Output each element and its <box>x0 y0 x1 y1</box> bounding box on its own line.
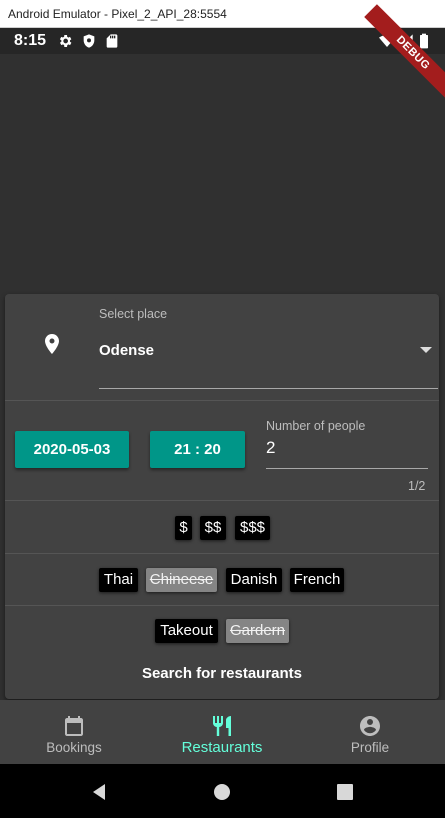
nav-label-bookings: Bookings <box>46 740 102 755</box>
place-underline <box>99 388 438 389</box>
recents-icon[interactable] <box>335 782 355 802</box>
calendar-icon <box>65 716 83 736</box>
dropdown-arrow-icon <box>420 347 432 353</box>
nav-item-restaurants[interactable]: Restaurants <box>148 700 296 764</box>
account-circle-icon <box>360 716 380 736</box>
bottom-navigation: Bookings Restaurants Profile <box>0 700 445 764</box>
search-form-card <box>5 294 439 699</box>
date-picker-button[interactable]: 2020-05-03 <box>15 431 129 468</box>
people-char-counter: 1/2 <box>408 479 426 493</box>
gear-icon <box>59 35 72 47</box>
back-icon[interactable] <box>89 782 109 802</box>
shield-icon <box>83 34 95 48</box>
price-chip-mid[interactable]: $$ <box>200 516 226 540</box>
people-label: Number of people <box>266 419 366 433</box>
place-label: Select place <box>99 307 168 321</box>
nav-item-profile[interactable]: Profile <box>296 700 444 764</box>
cuisine-chip-french[interactable]: French <box>290 568 344 592</box>
time-picker-button[interactable]: 21 : 20 <box>150 431 245 468</box>
cuisine-chip-chinese[interactable]: Chineese <box>146 568 217 592</box>
people-value: 2 <box>266 438 276 457</box>
place-value: Odense <box>99 342 155 359</box>
price-chip-high[interactable]: $$$ <box>235 516 270 540</box>
status-time: 8:15 <box>14 32 47 49</box>
cuisine-chip-thai[interactable]: Thai <box>99 568 138 592</box>
home-icon[interactable] <box>212 782 232 802</box>
nav-label-profile: Profile <box>350 740 390 755</box>
cuisine-chip-danish[interactable]: Danish <box>226 568 282 592</box>
divider <box>5 500 439 501</box>
people-underline <box>266 468 428 469</box>
search-restaurants-button[interactable]: Search for restaurants <box>120 662 324 686</box>
nav-item-bookings[interactable]: Bookings <box>0 700 148 764</box>
nav-label-restaurants: Restaurants <box>181 739 263 756</box>
restaurant-icon <box>213 716 231 736</box>
service-chip-garden[interactable]: Gardern <box>226 619 289 643</box>
divider <box>5 400 439 401</box>
sd-card-icon <box>106 34 118 48</box>
divider <box>5 605 439 606</box>
service-chip-takeout[interactable]: Takeout <box>155 619 218 643</box>
system-navigation-bar <box>0 764 445 818</box>
location-pin-icon <box>45 334 59 354</box>
price-chip-low[interactable]: $ <box>175 516 192 540</box>
divider <box>5 553 439 554</box>
